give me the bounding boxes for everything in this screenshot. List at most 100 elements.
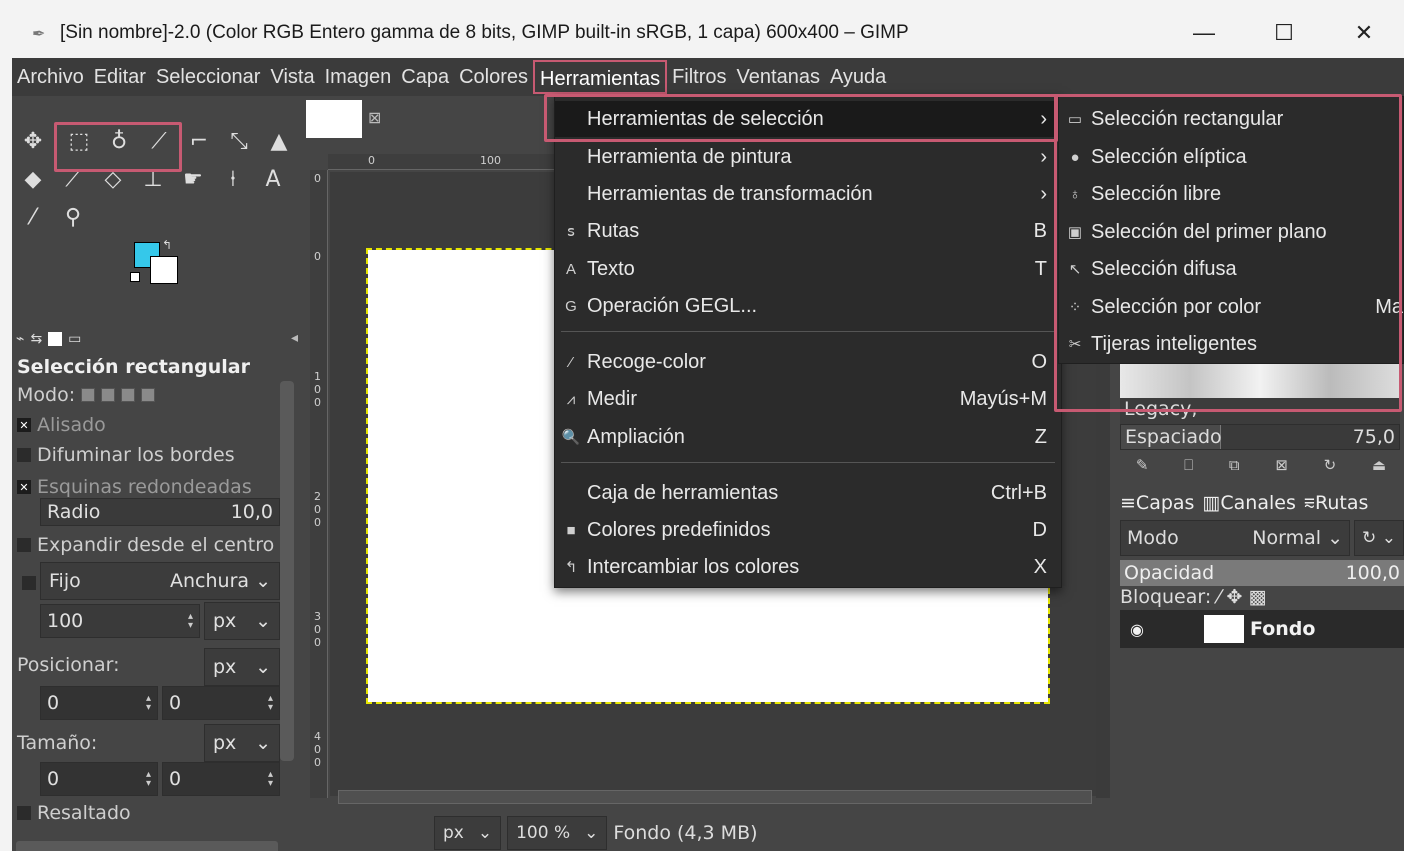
edit-brush-icon[interactable]: ✎ (1136, 456, 1149, 482)
expand-row[interactable]: Expandir desde el centro (17, 534, 274, 556)
menu-colores[interactable]: Colores (454, 60, 533, 94)
lock-pixels-icon[interactable]: ⁄ (1217, 586, 1220, 608)
images-tab-icon[interactable]: ▭ (68, 331, 81, 347)
feather-row[interactable]: Difuminar los bordes (17, 444, 235, 466)
layer-mode-combo[interactable]: Modo Normal ⌄ (1120, 520, 1350, 556)
tab-canales[interactable]: ▥Canales (1202, 492, 1295, 514)
layer-mode-reset-icon[interactable]: ↻ ⌄ (1354, 520, 1404, 556)
menu-item-paint-tools[interactable]: Herramienta de pintura › (555, 139, 1061, 175)
panel-menu-icon[interactable]: ◂ (291, 330, 298, 346)
zoom-combo[interactable]: 100 % ⌄ (507, 816, 608, 850)
paths-tool-icon[interactable]: ⍿ (218, 164, 248, 194)
canvas-horizontal-scrollbar[interactable] (338, 790, 1092, 804)
fixed-unit-combo[interactable]: px ⌄ (204, 602, 280, 640)
tool-options-tab-icon[interactable]: ⌁ (16, 331, 24, 347)
unit-combo[interactable]: px ⌄ (434, 816, 502, 850)
device-status-tab-icon[interactable]: ⇆ (30, 331, 42, 347)
expand-checkbox[interactable] (17, 538, 31, 552)
fixed-checkbox[interactable] (22, 576, 36, 590)
menu-herramientas[interactable]: Herramientas (533, 60, 668, 94)
antialias-row[interactable]: ✕ Alisado (17, 414, 106, 436)
color-picker-tool-icon[interactable]: ⁄ (18, 202, 48, 232)
mode-replace-icon[interactable] (81, 388, 96, 402)
refresh-brush-icon[interactable]: ↻ (1324, 456, 1337, 482)
menu-ventanas[interactable]: Ventanas (732, 60, 825, 94)
menu-item-color-picker[interactable]: ⁄ Recoge-color O (555, 344, 1061, 380)
brush-as-image-icon[interactable]: ⏏ (1372, 456, 1386, 482)
undo-history-tab-icon[interactable] (48, 332, 63, 346)
feather-checkbox[interactable] (17, 448, 31, 462)
mode-intersect-icon[interactable] (141, 388, 156, 402)
menu-item-measure[interactable]: ⩘ Medir Mayús+M (555, 381, 1061, 417)
highlight-row[interactable]: Resaltado (17, 802, 131, 824)
mode-add-icon[interactable] (101, 388, 116, 402)
lock-position-icon[interactable]: ✥ (1227, 586, 1243, 608)
lock-alpha-icon[interactable]: ▩ (1249, 586, 1267, 608)
fixed-value-spinner-icon[interactable]: ▴ ▾ (188, 612, 193, 631)
image-tab-close-icon[interactable]: ⊠ (368, 108, 381, 127)
tool-options-scrollbar[interactable] (280, 381, 294, 761)
menu-editar[interactable]: Editar (89, 60, 151, 94)
image-tab-thumbnail[interactable] (306, 100, 362, 138)
bucket-fill-tool-icon[interactable]: ◆ (18, 164, 48, 194)
unified-transform-tool-icon[interactable]: ⤡ (224, 126, 254, 156)
menu-item-paths[interactable]: ꜱ Rutas B (555, 213, 1061, 249)
swap-colors-icon[interactable]: ↰ (162, 238, 172, 252)
size-y-field[interactable]: 0 ▴ ▾ (162, 762, 280, 796)
warp-tool-icon[interactable]: ▲ (264, 126, 294, 156)
position-x-value: 0 (47, 692, 60, 714)
tab-rutas[interactable]: ⩳Rutas (1304, 492, 1369, 514)
background-color-swatch[interactable] (150, 256, 178, 284)
menu-filtros[interactable]: Filtros (667, 60, 731, 94)
text-tool-icon[interactable]: A (258, 164, 288, 194)
menu-item-text[interactable]: A Texto T (555, 251, 1061, 287)
radius-field[interactable]: Radio 10,0 (40, 498, 280, 526)
menu-item-gegl[interactable]: G Operación GEGL... (555, 288, 1061, 324)
position-y-spinner-icon[interactable]: ▴ ▾ (268, 694, 273, 713)
menu-item-zoom[interactable]: 🔍 Ampliación Z (555, 419, 1061, 455)
zoom-icon: 🔍 (561, 429, 581, 446)
duplicate-brush-icon[interactable]: ⧉ (1229, 456, 1240, 482)
position-x-spinner-icon[interactable]: ▴ ▾ (146, 694, 151, 713)
menu-item-transform-tools[interactable]: Herramientas de transformación › (555, 176, 1061, 212)
rounded-row[interactable]: ✕ Esquinas redondeadas (17, 476, 252, 498)
position-x-field[interactable]: 0 ▴ ▾ (40, 686, 158, 720)
menu-item-default-colors[interactable]: ■ Colores predefinidos D (555, 512, 1061, 548)
menu-item-toolbox[interactable]: Caja de herramientas Ctrl+B (555, 475, 1061, 511)
size-x-spinner-icon[interactable]: ▴ ▾ (146, 770, 151, 789)
crop-tool-icon[interactable]: ⌐ (184, 126, 214, 156)
menu-item-swap-colors[interactable]: ↰ Intercambiar los colores X (555, 549, 1061, 585)
smudge-tool-icon[interactable]: ☛ (178, 164, 208, 194)
delete-brush-icon[interactable]: ⊠ (1275, 456, 1288, 482)
reset-colors-icon[interactable] (130, 272, 140, 282)
menu-ayuda[interactable]: Ayuda (825, 60, 891, 94)
close-button[interactable]: ✕ (1324, 8, 1404, 58)
maximize-button[interactable]: ☐ (1244, 8, 1324, 58)
menu-capa[interactable]: Capa (396, 60, 454, 94)
size-y-spinner-icon[interactable]: ▴ ▾ (268, 770, 273, 789)
menu-imagen[interactable]: Imagen (320, 60, 397, 94)
tab-capas[interactable]: ≡Capas (1120, 492, 1194, 514)
layer-row[interactable]: ◉ Fondo (1120, 610, 1404, 648)
rounded-checkbox[interactable]: ✕ (17, 480, 31, 494)
new-brush-icon[interactable]: ⎕ (1184, 456, 1193, 482)
fixed-combo[interactable]: Fijo Anchura ⌄ (40, 562, 280, 600)
highlight-checkbox[interactable] (17, 806, 31, 820)
antialias-checkbox[interactable]: ✕ (17, 418, 31, 432)
fixed-value-field[interactable]: 100 ▴ ▾ (40, 604, 200, 638)
spacing-field[interactable]: Espaciado 75,0 (1120, 424, 1400, 450)
size-x-field[interactable]: 0 ▴ ▾ (40, 762, 158, 796)
size-unit-combo[interactable]: px ⌄ (204, 724, 280, 762)
visibility-eye-icon[interactable]: ◉ (1120, 620, 1154, 639)
menu-seleccionar[interactable]: Seleccionar (151, 60, 266, 94)
opacity-field[interactable]: Opacidad 100,0 (1120, 560, 1404, 586)
minimize-button[interactable]: — (1164, 8, 1244, 58)
menu-vista[interactable]: Vista (265, 60, 319, 94)
position-y-field[interactable]: 0 ▴ ▾ (162, 686, 280, 720)
menu-archivo[interactable]: Archivo (12, 60, 89, 94)
zoom-tool-icon[interactable]: ⚲ (58, 202, 88, 232)
position-unit-combo[interactable]: px ⌄ (204, 648, 280, 686)
mode-subtract-icon[interactable] (121, 388, 136, 402)
toolbox: ✥ ⬚ ♁ ⟋ ⌐ ⤡ ▲ ◆ ⟋ ◇ ⊥ ☛ ⍿ A ⁄ ⚲ ↰ ⌁ ⇆ ▭ … (12, 96, 298, 851)
move-tool-icon[interactable]: ✥ (18, 126, 48, 156)
